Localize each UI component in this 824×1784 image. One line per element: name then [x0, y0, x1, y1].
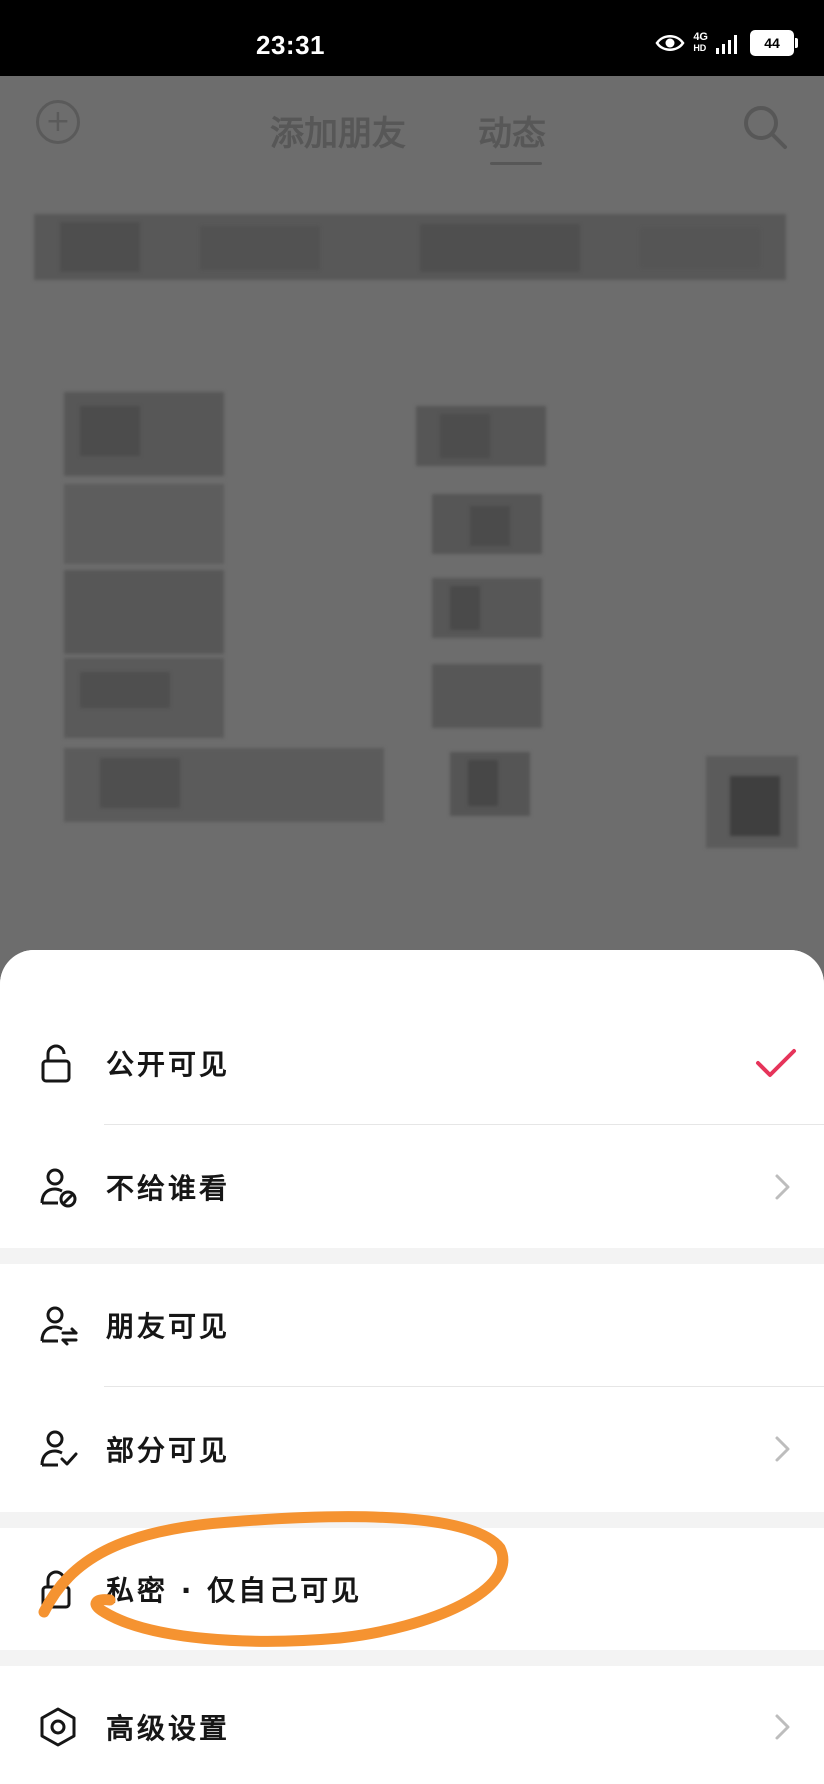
top-nav: + 添加朋友 动态	[0, 76, 824, 172]
user-friends-icon	[40, 1306, 78, 1346]
option-private[interactable]: 私密 · 仅自己可见	[0, 1528, 824, 1650]
option-advanced-settings[interactable]: 高级设置	[0, 1666, 824, 1784]
option-hide-from[interactable]: 不给谁看	[0, 1126, 824, 1248]
lock-icon	[41, 1570, 71, 1609]
tab-add-friend[interactable]: 添加朋友	[270, 106, 406, 155]
option-label: 私密 · 仅自己可见	[106, 1574, 363, 1607]
option-label: 高级设置	[106, 1712, 231, 1745]
settings-icon	[40, 1707, 76, 1747]
status-bar: 23:31 4G HD 44	[0, 0, 824, 76]
background-app: + 添加朋友 动态	[0, 76, 824, 976]
battery-level: 44	[764, 35, 780, 51]
add-icon[interactable]: +	[36, 100, 80, 144]
option-label: 不给谁看	[106, 1172, 231, 1205]
network-indicator: 4G HD	[693, 31, 708, 54]
visibility-sheet: 公开可见 不给谁看 朋友可见 部分可见 私密 · 仅自己可见 高级设置	[0, 950, 824, 1784]
chevron-right-icon	[775, 1174, 790, 1200]
user-check-icon	[40, 1430, 78, 1467]
tab-indicator	[490, 162, 542, 165]
option-partial[interactable]: 部分可见	[0, 1388, 824, 1510]
group-advanced: 高级设置	[0, 1666, 824, 1784]
eye-icon	[655, 35, 685, 51]
check-icon	[756, 1049, 796, 1077]
option-friends[interactable]: 朋友可见	[0, 1264, 824, 1386]
chevron-right-icon	[775, 1714, 790, 1740]
tab-moments[interactable]: 动态	[478, 106, 546, 155]
option-public[interactable]: 公开可见	[0, 1002, 824, 1124]
option-label: 公开可见	[106, 1048, 231, 1081]
status-time: 23:31	[256, 30, 325, 60]
divider	[104, 1124, 824, 1125]
unlock-icon	[41, 1044, 71, 1083]
signal-icon	[716, 35, 737, 54]
group-friends: 朋友可见 部分可见	[0, 1264, 824, 1512]
group-public: 公开可见 不给谁看	[0, 950, 824, 1248]
divider	[104, 1386, 824, 1387]
search-icon[interactable]	[740, 102, 790, 152]
chevron-right-icon	[775, 1436, 790, 1462]
user-block-icon	[40, 1168, 77, 1208]
status-icons: 4G HD 44	[655, 30, 798, 56]
group-private: 私密 · 仅自己可见	[0, 1528, 824, 1650]
option-label: 朋友可见	[106, 1310, 231, 1343]
battery-icon: 44	[750, 30, 798, 56]
option-label: 部分可见	[106, 1434, 231, 1467]
